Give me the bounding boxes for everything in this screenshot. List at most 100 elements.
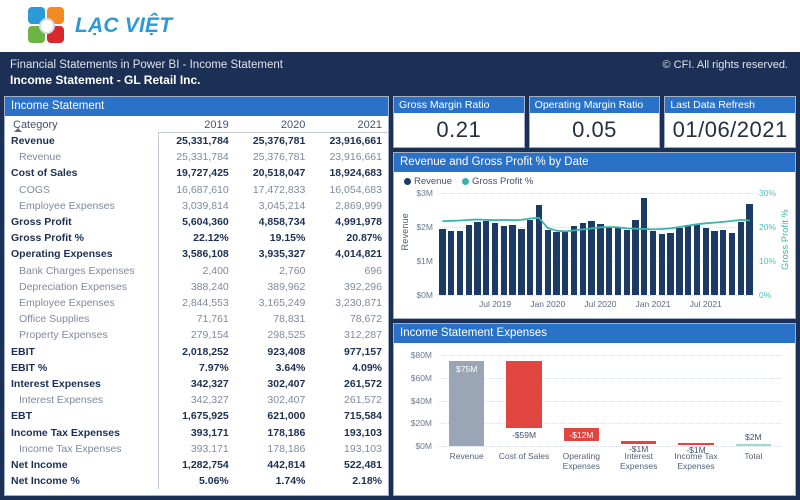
row-value: 261,572 [344,394,382,407]
table-row[interactable]: Cost of Sales 19,727,425 20,518,047 18,924,… [5,165,388,182]
row-label: Interest Expenses [19,394,104,407]
legend-label: Revenue [414,176,453,187]
table-row[interactable]: Interest Expenses 342,327 302,407 261,572 [5,392,388,409]
gridline [438,446,781,447]
gridline [438,355,781,356]
row-label: Revenue [19,151,62,164]
right-column: Gross Margin Ratio 0.21 Operating Margin R… [393,96,797,496]
dashboard-body: Income Statement Category 2019 2020 2021 Re… [0,92,800,500]
row-label: Gross Profit % [11,232,84,245]
column-header-category[interactable]: Category [5,116,158,133]
brand-bar: LẠC VIỆT [0,0,800,52]
income-statement-scroll[interactable]: Category 2019 2020 2021 Revenue 25,331,784 25… [5,116,388,495]
row-value: 16,054,683 [329,183,382,196]
row-value: 19.15% [269,232,306,245]
row-value: 78,672 [349,313,382,326]
copyright-notice: © CFI. All rights reserved. [662,59,788,71]
table-row[interactable]: Operating Expenses 3,586,108 3,935,327 4,01… [5,246,388,263]
table-row[interactable]: Net Income % 5.06% 1.74% 2.18% [5,473,388,490]
table-row[interactable]: Bank Charges Expenses 2,400 2,760 696 [5,262,388,279]
logo-center-circle [39,18,55,34]
table-row[interactable]: Property Expenses 279,154 298,525 312,287 [5,327,388,344]
row-label: COGS [19,183,50,196]
legend-item[interactable]: Revenue [404,176,452,187]
column-header-year-2021[interactable]: 2021 [311,116,388,133]
row-value: 193,103 [344,426,382,439]
income-statement-rows: Revenue 25,331,784 25,376,781 23,916,661 Rev… [5,132,388,490]
waterfall-chart-plot[interactable]: $0M $20M $40M $60M $80M $75M Revenue -$59M Cost … [398,347,791,495]
table-row[interactable]: Income Tax Expenses 393,171 178,186 193,103 [5,424,388,441]
row-value: 25,376,781 [252,151,306,164]
table-row[interactable]: Employee Expenses 3,039,814 3,045,214 2,869… [5,197,388,215]
x-axis-category-label: Interest Expenses [619,451,658,471]
row-value: 393,171 [157,424,235,441]
x-axis-category-label: Total [744,451,763,461]
row-value: 16,687,610 [157,181,235,198]
row-value: 342,327 [157,376,235,393]
row-value: 2.18% [352,475,382,488]
row-value: 279,154 [157,327,235,344]
report-header: Financial Statements in Power BI - Incom… [0,52,800,92]
table-row[interactable]: COGS 16,687,610 17,472,833 16,054,683 [5,181,388,198]
table-row[interactable]: Gross Profit % 22.12% 19.15% 20.87% [5,230,388,247]
revenue-gross-profit-chart-panel: Revenue and Gross Profit % by Date Reven… [393,152,796,319]
kpi-card-value: 01/06/2021 [672,117,788,142]
column-header-year-2020[interactable]: 2020 [234,116,312,133]
row-label: EBIT [11,345,35,358]
row-value: 261,572 [344,378,382,391]
row-value: 1,675,925 [157,408,235,425]
row-value: 4,858,734 [258,216,306,229]
row-value: 298,525 [267,329,306,342]
row-value: 178,186 [267,426,306,439]
row-value: 389,962 [267,280,306,293]
table-row[interactable]: EBIT % 7.97% 3.64% 4.09% [5,359,388,377]
waterfall-bar[interactable] [735,443,772,447]
x-axis-tick: Jan 2020 [530,299,566,309]
row-value: 393,171 [157,440,235,458]
table-row[interactable]: Income Tax Expenses 393,171 178,186 193,103 [5,440,388,458]
row-value: 3,586,108 [157,246,235,263]
table-row[interactable]: Net Income 1,282,754 442,814 522,481 [5,457,388,474]
waterfall-data-label: $75M [456,363,478,374]
table-row[interactable]: EBT 1,675,925 621,000 715,584 [5,408,388,425]
waterfall-data-label: -$12M [569,429,594,440]
revenue-chart-legend[interactable]: Revenue Gross Profit % [398,174,791,187]
table-row[interactable]: Employee Expenses 2,844,553 3,165,249 3,230… [5,295,388,312]
kpi-card[interactable]: Last Data Refresh 01/06/2021 [664,96,797,148]
y-axis-tick: $80M [410,350,432,360]
row-label: Bank Charges Expenses [19,264,135,277]
table-row[interactable]: EBIT 2,018,252 923,408 977,157 [5,343,388,360]
row-value: 23,916,661 [329,135,382,147]
row-value: 78,831 [273,313,306,326]
row-value: 621,000 [267,410,306,423]
row-value: 442,814 [267,459,306,472]
legend-item[interactable]: Gross Profit % [462,176,533,187]
table-row[interactable]: Revenue 25,331,784 25,376,781 23,916,661 [5,132,388,150]
kpi-card[interactable]: Operating Margin Ratio 0.05 [528,96,661,148]
table-row[interactable]: Revenue 25,331,784 25,376,781 23,916,661 [5,149,388,166]
revenue-chart-plot[interactable]: Revenue Gross Profit % $0M $1M $2M $3M 0% 10% 20… [398,187,791,315]
waterfall-bar[interactable] [506,360,542,428]
y-axis-tick: $60M [410,372,432,383]
row-label: Office Supplies [19,313,90,326]
row-value: 4,014,821 [335,248,382,261]
table-row[interactable]: Depreciation Expenses 388,240 389,962 392,2… [5,278,388,296]
column-header-year-2019[interactable]: 2019 [158,116,235,133]
row-label: Cost of Sales [11,167,78,180]
y-axis-tick: $20M [410,418,432,429]
row-value: 25,331,784 [157,132,235,150]
table-row[interactable]: Gross Profit 5,604,360 4,858,734 4,991,978 [5,214,388,231]
income-statement-table: Category 2019 2020 2021 Revenue 25,331,784 25… [5,116,388,490]
table-row[interactable]: Office Supplies 71,761 78,831 78,672 [5,311,388,328]
report-subtitle: Financial Statements in Power BI - Incom… [10,59,283,71]
row-value: 522,481 [344,459,382,472]
kpi-card[interactable]: Gross Margin Ratio 0.21 [393,96,525,148]
row-label: Interest Expenses [11,378,101,391]
row-label: EBT [11,410,32,423]
x-axis-category-label: Operating Expenses [562,451,600,471]
row-label: Gross Profit [11,216,72,229]
row-value: 2,869,999 [335,199,382,212]
table-row[interactable]: Interest Expenses 342,327 302,407 261,572 [5,376,388,393]
x-axis-category-label: Cost of Sales [498,451,550,461]
x-axis-tick: Jul 2021 [689,299,722,309]
